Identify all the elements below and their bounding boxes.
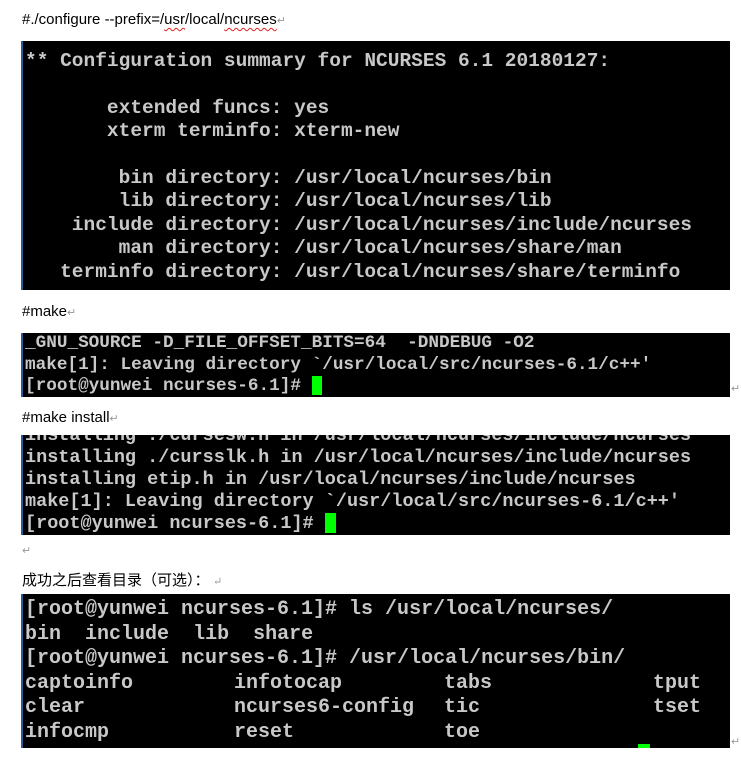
terminal-line: include directory: /usr/local/ncurses/in…: [25, 213, 693, 236]
args: --prefix=/: [104, 11, 165, 28]
note-label: 成功之后查看目录（可选）：: [22, 571, 210, 589]
terminal-line: installing etip.h in /usr/local/ncurses/…: [25, 469, 636, 490]
prompt-text: [root@yunwei ncurses-6.1]#: [25, 513, 325, 534]
terminal-make-install: installing ./cursesw.h in /usr/local/ncu…: [21, 435, 730, 535]
terminal-ls: [root@yunwei ncurses-6.1]# ls /usr/local…: [21, 594, 730, 748]
dir-include: include: [85, 622, 170, 646]
terminal-make: _GNU_SOURCE -D_FILE_OFFSET_BITS=64 -DNDE…: [21, 333, 730, 397]
path-ncurses: ncurses: [224, 11, 277, 28]
file-row: captoinfo infotocap tabs tput: [25, 672, 730, 697]
terminal-line: _GNU_SOURCE -D_FILE_OFFSET_BITS=64 -DNDE…: [25, 333, 535, 353]
terminal-line: [root@yunwei ncurses-6.1]# ls /usr/local…: [25, 598, 614, 621]
make-command: #make↵: [22, 303, 77, 320]
terminal-line: make[1]: Leaving directory `/usr/local/s…: [25, 354, 652, 375]
cursor: [324, 513, 336, 534]
empty-paragraph-mark: ↵: [22, 545, 32, 557]
terminal-configure-summary: ** Configuration summary for NCURSES 6.1…: [21, 41, 730, 290]
cmd: ./configure: [30, 11, 101, 28]
terminal-line: man directory: /usr/local/ncurses/share/…: [25, 237, 622, 260]
dir-share: share: [253, 622, 314, 646]
path-usr: usr: [164, 11, 186, 28]
file: infotocap: [234, 671, 343, 695]
terminal-line: xterm terminfo: xterm-new: [25, 120, 400, 143]
file: captoinfo: [25, 671, 134, 695]
terminal-line: installing ./cursslk.h in /usr/local/ncu…: [25, 447, 692, 468]
file: tic: [444, 696, 481, 719]
file-row: infocmp reset toe: [25, 721, 730, 746]
file: infocmp: [25, 720, 110, 744]
terminal-line: bin directory: /usr/local/ncurses/bin: [25, 166, 552, 189]
note-text: 成功之后查看目录（可选）： ↵: [22, 571, 223, 589]
terminal-prompt: [root@yunwei ncurses-6.1]#: [25, 376, 730, 397]
terminal-line: ** Configuration summary for NCURSES 6.1…: [25, 50, 611, 72]
file: reset: [234, 720, 295, 744]
make-install-text: #make install: [22, 409, 110, 426]
terminal-prompt: [root@yunwei ncurses-6.1]#: [25, 513, 730, 535]
make-install-command: #make install↵: [22, 409, 119, 426]
cursor: [638, 744, 650, 748]
dir-lib: lib: [193, 622, 230, 646]
terminal-line: lib directory: /usr/local/ncurses/lib: [25, 190, 552, 213]
file: tset: [653, 696, 702, 719]
dir-listing: bin include lib share: [25, 623, 730, 648]
file-row: clear ncurses6-config tic tset: [25, 696, 730, 721]
file: ncurses6-config: [234, 696, 415, 719]
terminal-line: installing ./cursesw.h in /usr/local/ncu…: [25, 435, 692, 446]
file: toe: [444, 720, 481, 744]
file: clear: [25, 696, 86, 719]
terminal-line: extended funcs: yes: [25, 96, 330, 119]
path-local: /local/: [185, 11, 225, 28]
terminal-line: make[1]: Leaving directory `/usr/local/s…: [25, 491, 681, 512]
terminal-line: terminfo directory: /usr/local/ncurses/s…: [25, 260, 681, 283]
make-text: #make: [22, 303, 68, 320]
prompt-text: [root@yunwei ncurses-6.1]#: [25, 376, 312, 397]
file: tput: [653, 671, 702, 695]
file: tabs: [444, 671, 493, 695]
dir-bin: bin: [25, 622, 62, 646]
cursor: [311, 376, 322, 395]
terminal-line: [root@yunwei ncurses-6.1]# /usr/local/nc…: [25, 647, 626, 670]
configure-command: #./configure --prefix=/usr/local/ncurses…: [22, 11, 286, 28]
